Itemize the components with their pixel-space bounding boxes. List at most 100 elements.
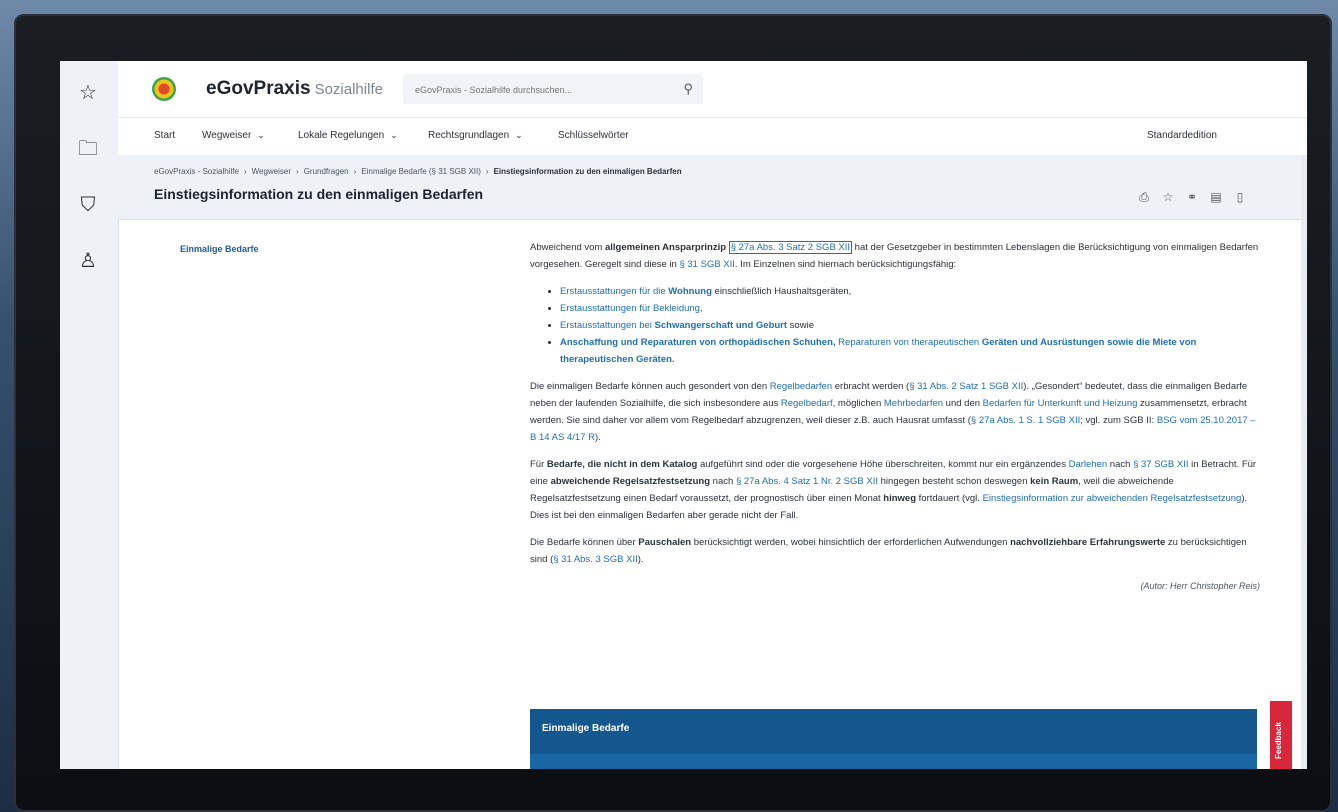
print-icon[interactable]: ⎙ <box>1137 190 1151 205</box>
nav-schluesselwoerter[interactable]: Schlüsselwörter <box>558 130 629 141</box>
box-title: Einmalige Bedarfe <box>542 723 630 734</box>
link[interactable]: Anschaffung und Reparaturen von orthopäd… <box>560 337 836 348</box>
link[interactable]: Bedarfen für Unterkunft und Heizung <box>983 398 1138 409</box>
user-icon[interactable]: ♙ <box>77 249 99 271</box>
search-icon[interactable]: ⚲ <box>683 81 693 97</box>
nav-label: Rechtsgrundlagen <box>428 130 510 141</box>
feedback-button[interactable]: Feedback <box>1270 701 1292 769</box>
title-bar: eGovPraxis - Sozialhilfe › Wegweiser › Grund… <box>118 155 1307 220</box>
breadcrumb-separator: › <box>296 167 299 176</box>
link[interactable]: Mehrbedarfen <box>884 398 943 409</box>
law-link[interactable]: § 31 SGB XII <box>679 259 734 270</box>
link[interactable]: Regelbedarf <box>781 398 833 409</box>
list-item: Erstausstattungen für die Wohnung einsch… <box>560 283 1260 300</box>
link[interactable]: Schwangerschaft und Geburt <box>655 320 788 331</box>
breadcrumb-item[interactable]: Wegweiser <box>252 167 291 176</box>
law-link[interactable]: § 27a Abs. 1 S. 1 SGB XII <box>971 415 1080 426</box>
basket-icon[interactable]: ⛉ <box>77 193 99 215</box>
toc-item-einmalige-bedarfe[interactable]: Einmalige Bedarfe <box>180 244 259 254</box>
folder-icon[interactable]: 🗀 <box>77 137 99 159</box>
link[interactable]: Reparaturen von therapeutischen <box>836 337 982 348</box>
brand[interactable]: eGovPraxis Sozialhilfe <box>206 78 383 100</box>
bold-text: Pauschalen <box>638 537 692 548</box>
law-link[interactable]: § 31 Abs. 2 Satz 1 SGB XII <box>909 381 1023 392</box>
bold-text: allgemeinen Ansparprinzip <box>604 242 727 253</box>
paragraph: Die Bedarfe können über Pauschalen berüc… <box>530 534 1260 568</box>
text: hingegen besteht schon deswegen <box>878 476 1031 487</box>
star-icon[interactable]: ☆ <box>77 81 99 103</box>
paragraph: Abweichend vom allgemeinen Ansparprinzip… <box>530 239 1260 273</box>
search-input[interactable] <box>413 74 667 106</box>
bookmark-star-icon[interactable]: ☆ <box>1161 190 1175 204</box>
text: Die einmaligen Bedarfe können auch geson… <box>530 381 770 392</box>
bold-text: Anschaffung und Reparaturen von orthopäd… <box>560 337 836 348</box>
bold-text: nachvollziehbare Erfahrungswerte <box>1010 537 1166 548</box>
law-link[interactable]: § 27a Abs. 3 Satz 2 SGB XII <box>728 241 853 254</box>
law-link[interactable]: § 31 Abs. 3 SGB XII <box>553 554 638 565</box>
text: sowie <box>787 320 814 331</box>
header: eGovPraxisSozialhilfe ⚲ <box>118 61 1307 117</box>
bold-text: Wohnung <box>668 286 712 297</box>
link[interactable]: Regelbedarfen <box>770 381 832 392</box>
text: ; vgl. zum SGB II: <box>1080 415 1157 426</box>
link[interactable]: Erstausstattungen bei <box>560 320 655 331</box>
text: berücksichtigt werden, wobei hinsichtlic… <box>691 537 1011 548</box>
chevron-down-icon: ⌄ <box>257 130 265 140</box>
breadcrumb-item[interactable]: Grundfragen <box>304 167 349 176</box>
main-nav: Start Wegweiser ⌄ Lokale Regelungen ⌄ Rech… <box>118 117 1307 157</box>
page-tools: ⎙ ☆ ⚭ ▤ ▯ <box>1127 188 1247 206</box>
monitor-frame: ☆ 🗀 ⛉ ♙ eGovPraxisSozialhilfe ⚲ Start We… <box>14 14 1332 812</box>
paragraph: Die einmaligen Bedarfe können auch geson… <box>530 378 1260 446</box>
browser-screen: ☆ 🗀 ⛉ ♙ eGovPraxisSozialhilfe ⚲ Start We… <box>60 61 1307 769</box>
link[interactable]: Darlehen <box>1069 459 1108 470</box>
breadcrumb-current: Einstiegsinformation zu den einmaligen B… <box>493 167 682 176</box>
left-rail: ☆ 🗀 ⛉ ♙ <box>60 61 119 769</box>
bold-text: kein Raum <box>1030 476 1079 487</box>
link[interactable]: Einstiegsinformation zur abweichenden Re… <box>983 493 1242 504</box>
text: erbracht werden ( <box>832 381 910 392</box>
text: ). <box>637 554 644 565</box>
box-row[interactable] <box>530 754 1257 769</box>
link[interactable]: Wohnung <box>668 286 712 297</box>
page-title: Einstiegsinformation zu den einmaligen B… <box>154 186 484 202</box>
nav-lokale-regelungen[interactable]: Lokale Regelungen ⌄ <box>298 130 398 141</box>
text: und den <box>943 398 983 409</box>
list-item: Erstausstattungen bei Schwangerschaft un… <box>560 317 1260 334</box>
breadcrumb: eGovPraxis - Sozialhilfe › Wegweiser › Grund… <box>154 167 682 176</box>
text: Für <box>530 459 547 470</box>
chevron-down-icon: ⌄ <box>390 130 398 140</box>
scrollbar[interactable] <box>1301 155 1307 769</box>
text: einschließlich Haushaltsgeräten, <box>711 286 852 297</box>
law-link[interactable]: § 37 SGB XII <box>1133 459 1188 470</box>
nav-start[interactable]: Start <box>154 130 175 141</box>
search-box: ⚲ <box>403 74 703 106</box>
breadcrumb-separator: › <box>485 167 489 176</box>
nav-rechtsgrundlagen[interactable]: Rechtsgrundlagen ⌄ <box>428 130 523 141</box>
link-icon[interactable]: ⚭ <box>1185 190 1199 204</box>
edition-label[interactable]: Standardedition <box>1147 130 1217 141</box>
text: ). <box>594 432 601 443</box>
list-item: Erstausstattungen für Bekleidung, <box>560 300 1260 317</box>
author-note: (Autor: Herr Christopher Reis) <box>1140 581 1260 591</box>
link[interactable]: Erstausstattungen für Bekleidung, <box>560 303 703 314</box>
breadcrumb-item[interactable]: Einmalige Bedarfe (§ 31 SGB XII) <box>361 167 481 176</box>
breadcrumb-separator: › <box>353 167 357 176</box>
text: fortdauert (vgl. <box>916 493 983 504</box>
link[interactable]: Erstausstattungen für die <box>560 286 668 297</box>
bold-text: hinweg <box>883 493 917 504</box>
document-icon[interactable]: ▯ <box>1233 190 1247 204</box>
nav-wegweiser[interactable]: Wegweiser ⌄ <box>202 130 265 141</box>
brand-logo[interactable] <box>152 77 176 101</box>
law-link[interactable]: § 27a Abs. 4 Satz 1 Nr. 2 SGB XII <box>736 476 878 487</box>
list-item: Anschaffung und Reparaturen von orthopäd… <box>560 334 1260 368</box>
brand-name: eGovPraxis <box>206 78 311 99</box>
bold-text: abweichende Regelsatzfestsetzung <box>550 476 711 487</box>
text: aufgeführt sind oder die vorgesehene Höh… <box>697 459 1069 470</box>
book-icon[interactable]: ▤ <box>1209 190 1223 204</box>
nav-label: Schlüsselwörter <box>558 130 629 141</box>
breadcrumb-item[interactable]: eGovPraxis - Sozialhilfe <box>154 167 239 176</box>
text: Die Bedarfe können über <box>530 537 639 548</box>
text: nach <box>710 476 736 487</box>
nav-label: Wegweiser <box>202 130 252 141</box>
nav-label: Start <box>154 130 176 141</box>
